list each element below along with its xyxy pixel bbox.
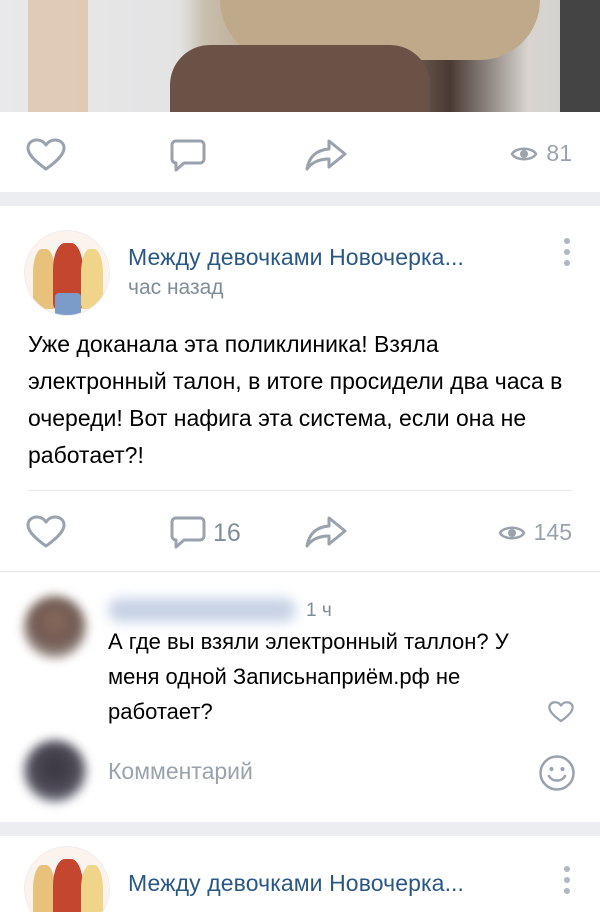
user-avatar — [24, 740, 86, 802]
comment-time: 1 ч — [306, 600, 332, 621]
comment-input[interactable]: Комментарий — [108, 758, 253, 785]
feed-separator — [0, 192, 600, 206]
post-action-bar: 16 145 — [0, 491, 600, 571]
comment-author-avatar[interactable] — [24, 596, 86, 658]
views-counter: 145 — [498, 519, 572, 546]
comments-separator — [0, 571, 600, 572]
eye-icon — [510, 147, 538, 160]
next-group-avatar[interactable] — [24, 846, 110, 912]
comment-author-name[interactable] — [108, 598, 296, 622]
post-text: Уже доканала эта поликлиника! Взяла элек… — [28, 331, 563, 468]
comment-icon[interactable] — [170, 138, 206, 174]
feed-separator — [0, 822, 600, 836]
group-avatar[interactable] — [24, 230, 110, 316]
views-count: 145 — [533, 519, 572, 545]
post-photo[interactable] — [0, 0, 600, 112]
heart-icon[interactable] — [26, 138, 66, 172]
comment-text: А где вы взяли электронный таллон? У мен… — [108, 629, 509, 724]
views-count: 81 — [546, 140, 572, 166]
more-vertical-icon[interactable] — [562, 866, 572, 899]
heart-icon[interactable] — [26, 515, 66, 549]
comments-count[interactable]: 16 — [213, 519, 241, 548]
eye-icon — [498, 526, 526, 539]
share-icon[interactable] — [305, 138, 347, 172]
post-header: Между девочками Новочерка... час назад — [0, 220, 600, 316]
group-name-link[interactable]: Между девочками Новочерка... — [128, 244, 464, 271]
smile-icon[interactable] — [538, 754, 576, 792]
more-vertical-icon[interactable] — [562, 238, 572, 271]
top-post-action-bar: 81 — [0, 112, 600, 192]
views-counter: 81 — [510, 140, 572, 167]
next-group-name-link[interactable]: Между девочками Новочерка... — [128, 870, 464, 897]
post-time: час назад — [128, 276, 224, 299]
comment-like-heart-icon[interactable] — [548, 701, 574, 723]
comment-icon[interactable] — [170, 515, 206, 551]
share-icon[interactable] — [305, 515, 347, 549]
